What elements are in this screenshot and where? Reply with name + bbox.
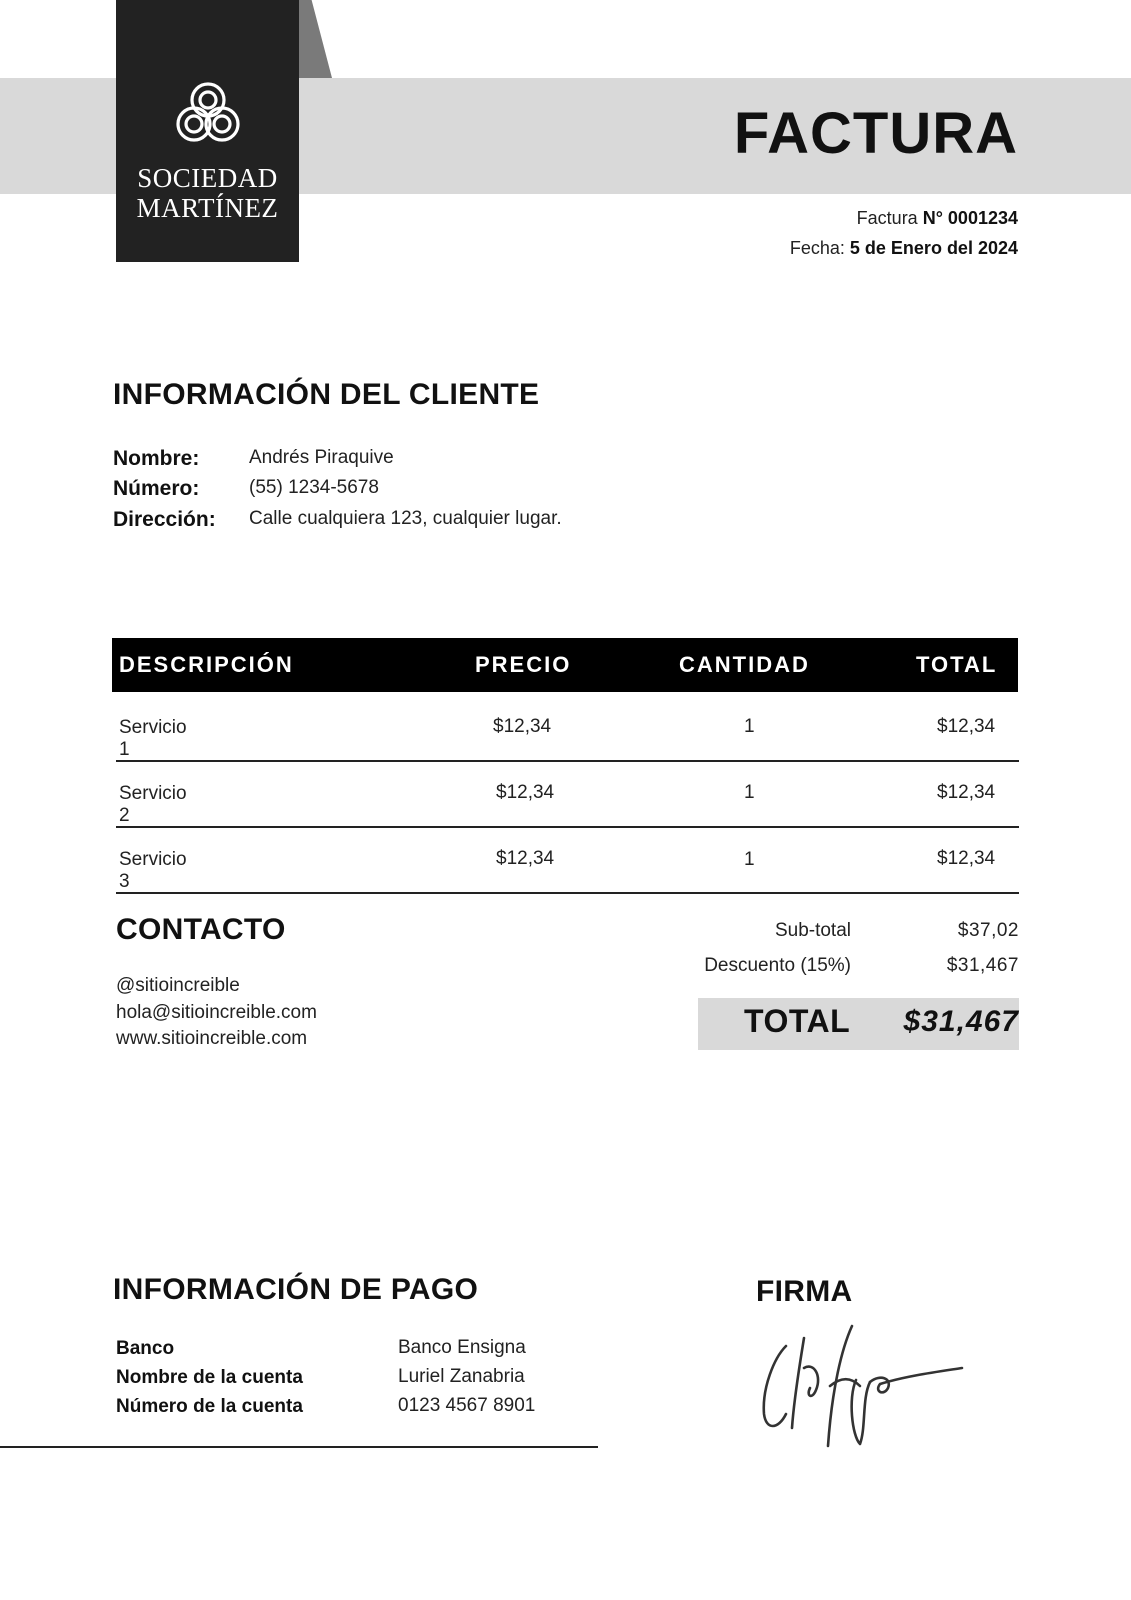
page-title: FACTURA	[733, 101, 1018, 166]
signature-title: FIRMA	[756, 1275, 853, 1308]
row-quantity: 1	[744, 782, 755, 803]
account-number-label: Número de la cuenta	[116, 1396, 303, 1417]
row-divider	[116, 892, 1019, 894]
logo-name-line-1: SOCIEDAD	[137, 163, 278, 193]
row-divider	[116, 760, 1019, 762]
client-info-title: INFORMACIÓN DEL CLIENTE	[113, 378, 540, 411]
payment-info-title: INFORMACIÓN DE PAGO	[113, 1273, 479, 1306]
invoice-number-line: Factura N° 0001234	[857, 208, 1018, 229]
client-address-label: Dirección:	[113, 508, 216, 531]
client-name-value: Andrés Piraquive	[249, 447, 394, 468]
column-header-description: DESCRIPCIÓN	[119, 652, 294, 677]
discount-value: $31,467	[946, 955, 1019, 976]
subtotal-label: Sub-total	[774, 920, 851, 941]
row-description: Servicio 2	[119, 783, 187, 826]
row-total: $12,34	[937, 716, 996, 737]
column-header-total: TOTAL	[916, 652, 998, 677]
invoice-date-label: Fecha:	[789, 238, 845, 258]
contact-email: hola@sitioincreible.com	[116, 1002, 317, 1023]
contact-title: CONTACTO	[116, 913, 286, 946]
row-price: $12,34	[496, 848, 555, 869]
row-description: Servicio 1	[119, 717, 187, 760]
invoice-date-line: Fecha: 5 de Enero del 2024	[790, 238, 1018, 259]
row-price: $12,34	[493, 716, 552, 737]
row-description: Servicio 3	[119, 849, 187, 892]
client-number-label: Número:	[113, 477, 200, 500]
row-quantity: 1	[744, 716, 755, 737]
bank-label: Banco	[116, 1338, 175, 1359]
logo-name-line-2: MARTÍNEZ	[136, 193, 279, 223]
row-total: $12,34	[937, 782, 996, 803]
grand-total-label: TOTAL	[744, 1003, 851, 1039]
row-price: $12,34	[496, 782, 555, 803]
contact-social-handle: @sitioincreible	[116, 975, 240, 996]
client-name-label: Nombre:	[113, 447, 200, 470]
header-accent-shape	[298, 0, 332, 78]
company-logo: SOCIEDAD MARTÍNEZ	[116, 0, 299, 262]
bank-value: Banco Ensigna	[398, 1337, 526, 1358]
grand-total-value: $31,467	[903, 1005, 1019, 1038]
discount-label: Descuento (15%)	[704, 955, 851, 976]
footer-divider	[0, 1446, 598, 1448]
invoice-number: N° 0001234	[922, 208, 1018, 228]
client-number-value: (55) 1234-5678	[249, 477, 379, 498]
knot-emblem-icon	[175, 82, 240, 142]
account-number-value: 0123 4567 8901	[398, 1395, 536, 1416]
subtotal-value: $37,02	[957, 920, 1019, 941]
row-divider	[116, 826, 1019, 828]
column-header-quantity: CANTIDAD	[679, 652, 810, 677]
contact-website: www.sitioincreible.com	[116, 1028, 308, 1049]
invoice-date: 5 de Enero del 2024	[849, 238, 1018, 258]
column-header-price: PRECIO	[475, 652, 572, 677]
row-total: $12,34	[937, 848, 996, 869]
account-name-label: Nombre de la cuenta	[116, 1367, 303, 1388]
account-name-value: Luriel Zanabria	[398, 1366, 525, 1387]
row-quantity: 1	[744, 849, 755, 870]
client-address-value: Calle cualquiera 123, cualquier lugar.	[249, 508, 562, 529]
invoice-number-label: Factura	[856, 208, 918, 228]
handwritten-signature	[762, 1324, 964, 1448]
